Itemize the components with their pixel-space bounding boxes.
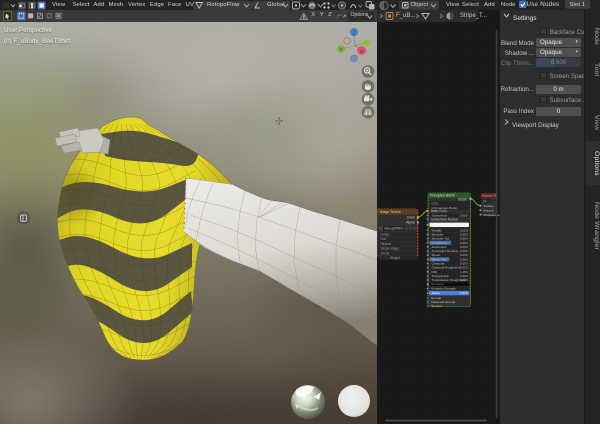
svg-text:0.000: 0.000	[460, 214, 468, 218]
svg-text:GGX: GGX	[432, 202, 439, 206]
svg-text:sRGB: sRGB	[381, 251, 390, 255]
svg-text:Alpha: Alpha	[406, 221, 415, 225]
svg-text:Manus(PBR): Manus(PBR)	[385, 227, 403, 231]
svg-text:0.543: 0.543	[460, 291, 468, 295]
svg-text:Single Image: Single Image	[381, 247, 400, 251]
svg-text:Volume: Volume	[484, 208, 494, 212]
svg-text:Image Texture: Image Texture	[380, 210, 401, 214]
svg-text:Surface: Surface	[484, 204, 495, 208]
svg-text:Alpha: Alpha	[432, 291, 440, 295]
svg-text:0.000: 0.000	[460, 278, 468, 282]
svg-text:Linear: Linear	[381, 233, 391, 237]
svg-text:BSDF: BSDF	[458, 197, 467, 201]
svg-text:Tangent: Tangent	[431, 304, 442, 308]
svg-text:Weight: Weight	[390, 256, 400, 260]
svg-text:Principled BSDF: Principled BSDF	[430, 194, 455, 198]
svg-text:Base Color: Base Color	[431, 209, 448, 213]
svg-text:Displacement: Displacement	[484, 213, 501, 217]
svg-text:Emission Strength: Emission Strength	[432, 287, 457, 291]
svg-text:Color: Color	[407, 216, 416, 220]
svg-text:All: All	[483, 199, 486, 203]
svg-text:Subsurface Radius: Subsurface Radius	[431, 218, 458, 222]
svg-text:Flat: Flat	[381, 237, 386, 241]
svg-text:Repeat: Repeat	[381, 242, 391, 246]
